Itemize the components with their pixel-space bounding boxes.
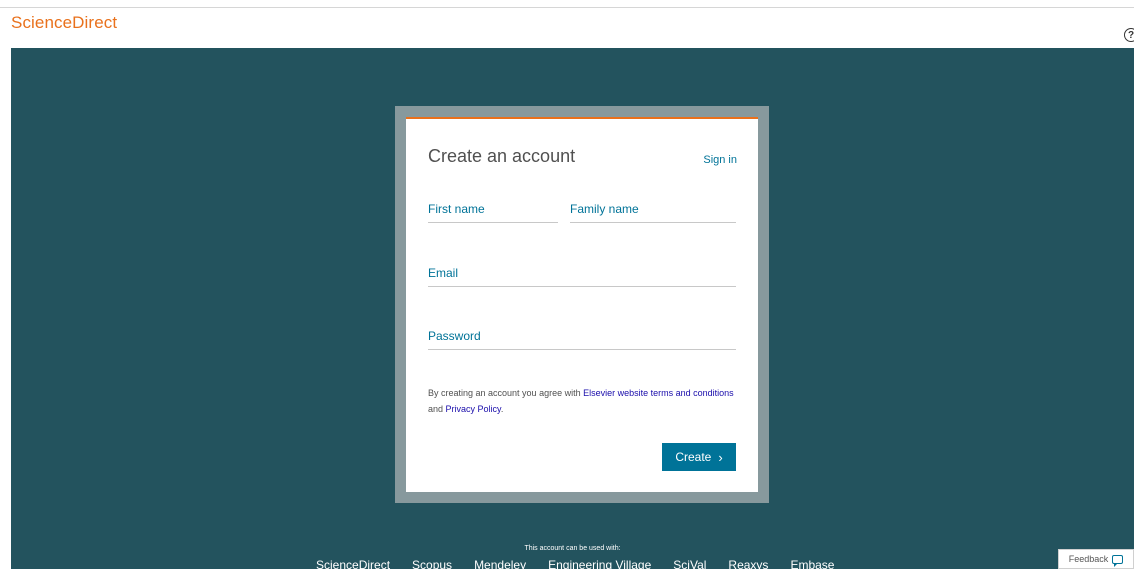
- terms-suffix: .: [500, 404, 504, 414]
- create-button-label: Create: [675, 450, 712, 464]
- product-embase[interactable]: Embase: [790, 558, 834, 572]
- feedback-label: Feedback: [1068, 554, 1109, 564]
- sciencedirect-logo[interactable]: ScienceDirect: [11, 13, 117, 33]
- create-button[interactable]: Create ›: [662, 443, 736, 471]
- product-scopus[interactable]: Scopus: [412, 558, 452, 572]
- product-list: ScienceDirect Scopus Mendeley Engineerin…: [316, 558, 834, 572]
- product-reaxys[interactable]: Reaxys: [728, 558, 768, 572]
- chevron-right-icon: ›: [718, 449, 723, 465]
- terms-link[interactable]: Elsevier website terms and conditions: [583, 388, 734, 398]
- feedback-button[interactable]: Feedback: [1058, 549, 1134, 569]
- main-area: Create an account Sign in By creating an…: [11, 48, 1134, 572]
- create-account-card: Create an account Sign in By creating an…: [406, 117, 758, 492]
- card-frame: Create an account Sign in By creating an…: [395, 106, 769, 503]
- product-mendeley[interactable]: Mendeley: [474, 558, 526, 572]
- family-name-input[interactable]: [570, 196, 736, 222]
- sign-in-link[interactable]: Sign in: [703, 154, 737, 166]
- page-title: Create an account: [428, 146, 576, 166]
- family-name-field-wrapper: [570, 196, 736, 223]
- product-scival[interactable]: SciVal: [673, 558, 706, 572]
- first-name-field-wrapper: [428, 196, 558, 223]
- email-field-wrapper: [428, 260, 736, 287]
- terms-notice: By creating an account you agree with El…: [428, 385, 738, 417]
- product-engineering-village[interactable]: Engineering Village: [548, 558, 651, 572]
- first-name-input[interactable]: [428, 196, 558, 222]
- terms-prefix: By creating an account you agree with: [428, 388, 584, 398]
- product-sciencedirect[interactable]: ScienceDirect: [316, 558, 390, 572]
- password-input[interactable]: [428, 323, 736, 349]
- site-header: ScienceDirect ?: [0, 8, 1134, 48]
- chat-bubble-icon: [1112, 554, 1124, 567]
- password-field-wrapper: [428, 323, 736, 350]
- privacy-policy-link[interactable]: Privacy Policy: [446, 404, 501, 414]
- email-input[interactable]: [428, 260, 736, 286]
- terms-and: and: [428, 404, 446, 414]
- help-icon[interactable]: ?: [1124, 28, 1134, 42]
- used-with-label: This account can be used with:: [524, 545, 621, 552]
